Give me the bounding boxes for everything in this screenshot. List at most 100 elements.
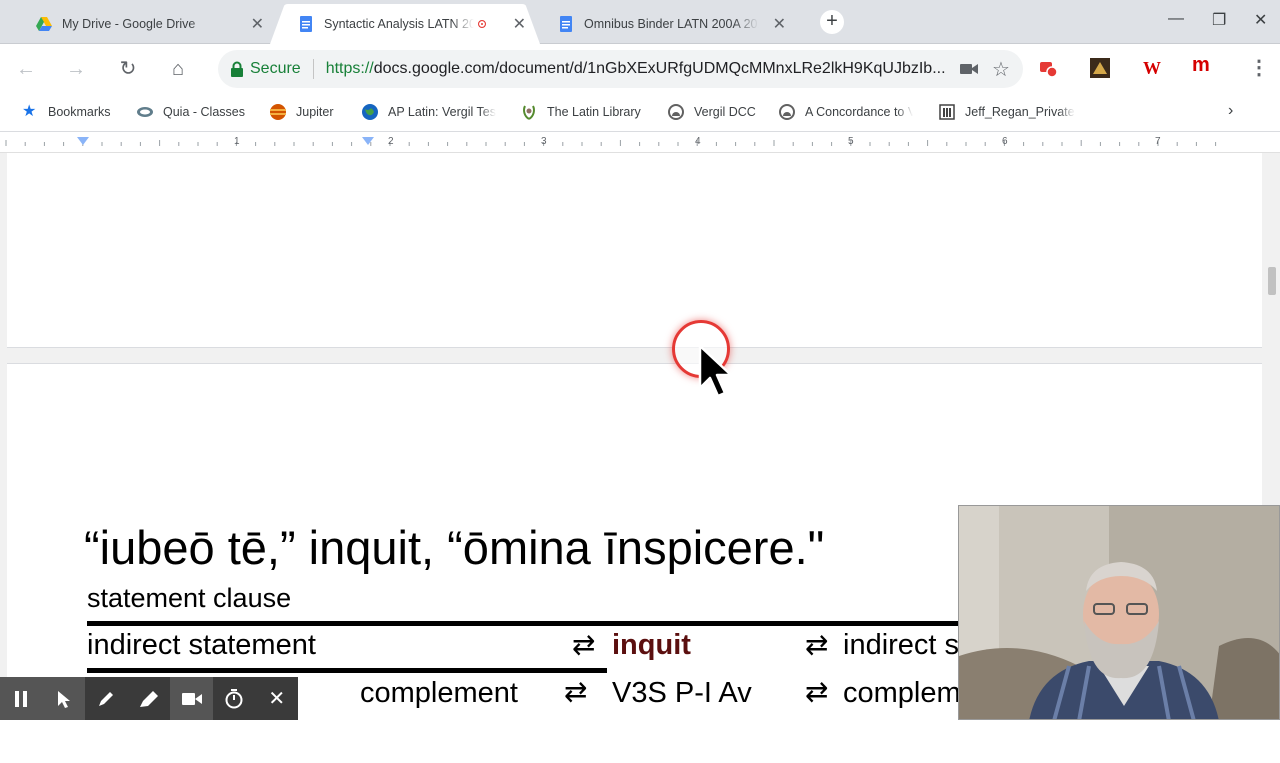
- video-camera-icon: [181, 692, 202, 705]
- pause-icon: [15, 690, 28, 707]
- pointer-icon: [57, 690, 70, 708]
- bookmark-item[interactable]: AP Latin: Vergil Tes: [362, 104, 496, 120]
- bookmark-item[interactable]: Quia - Classes: [137, 104, 245, 120]
- star-icon: ★: [22, 103, 37, 120]
- row2-right-cell: complem: [843, 677, 961, 709]
- ruler-mark: 3: [541, 136, 547, 147]
- google-docs-icon: [560, 16, 572, 32]
- document-ruler[interactable]: 1 2 3 4 5 6 7: [0, 133, 1280, 153]
- exchange-arrow-icon: ⇄: [805, 676, 829, 707]
- pen-tool-button[interactable]: [85, 677, 128, 720]
- exchange-arrow-icon: ⇄: [564, 676, 588, 707]
- pen-icon: [99, 691, 114, 706]
- bookmark-label: The Latin Library: [547, 105, 641, 119]
- presenter-video: [959, 506, 1279, 719]
- latin-sentence: “iubeō tē,” inquit, “ōmina īnspicere.": [84, 521, 825, 574]
- indent-marker-icon[interactable]: [362, 137, 374, 147]
- row1-right-cell: indirect s: [843, 629, 960, 661]
- vertical-scrollbar[interactable]: [1268, 267, 1276, 295]
- laurel-icon: [523, 105, 535, 120]
- tab-syntactic-analysis[interactable]: Syntactic Analysis LATN 200A 2019 ✕: [270, 4, 540, 44]
- bookmark-item[interactable]: Vergil DCC: [668, 104, 756, 120]
- w-extension-icon[interactable]: W: [1143, 58, 1161, 79]
- bookmark-item[interactable]: Jupiter: [270, 104, 334, 120]
- divider: [312, 59, 314, 79]
- url-text[interactable]: https://docs.google.com/document/d/1nGbX…: [326, 60, 951, 78]
- exchange-arrow-icon: ⇄: [572, 629, 596, 660]
- ruler-mark: 2: [388, 136, 394, 147]
- tab-title: My Drive - Google Drive: [62, 17, 196, 31]
- back-icon[interactable]: ←: [14, 57, 38, 81]
- close-tab-icon[interactable]: ✕: [513, 14, 526, 34]
- bookmark-label: Jupiter: [296, 105, 334, 119]
- table-rule: [87, 621, 967, 626]
- ruler-mark: 5: [848, 136, 854, 147]
- highlighter-tool-button[interactable]: [128, 677, 171, 720]
- row2-parse-cell: V3S P-I Av: [612, 677, 752, 709]
- ruler-ticks: [5, 140, 1217, 146]
- screencast-extension-icon[interactable]: [1038, 58, 1058, 78]
- webcam-overlay: [958, 505, 1280, 720]
- stopwatch-icon: [225, 688, 243, 708]
- new-tab-button[interactable]: +: [820, 10, 844, 34]
- google-docs-icon: [300, 16, 312, 32]
- url-scheme: https://: [325, 60, 374, 77]
- close-tab-icon[interactable]: ✕: [773, 14, 786, 34]
- ruler-mark: 6: [1002, 136, 1008, 147]
- url-path: docs.google.com/document/d/1nGbXExURfgUD…: [373, 60, 946, 77]
- browser-toolbar: ← → ↻ ⌂ Secure https://docs.google.com/d…: [0, 44, 1280, 94]
- tab-title: Syntactic Analysis LATN 200A 2019: [324, 17, 474, 31]
- address-bar[interactable]: Secure https://docs.google.com/document/…: [218, 50, 1023, 88]
- camera-icon[interactable]: [960, 62, 978, 76]
- bookmark-item[interactable]: A Concordance to V: [779, 104, 913, 120]
- close-recorder-button[interactable]: ✕: [255, 677, 298, 720]
- dcc-icon: [668, 104, 684, 120]
- bookmark-item[interactable]: The Latin Library: [521, 104, 641, 120]
- bookmark-label: AP Latin: Vergil Tes: [388, 105, 496, 119]
- bookmark-item[interactable]: ★ Bookmarks: [22, 104, 111, 120]
- row1-verb-cell: inquit: [612, 629, 691, 661]
- minimize-icon[interactable]: —: [1168, 10, 1184, 28]
- bookmark-label: A Concordance to V: [805, 105, 913, 119]
- menu-kebab-icon[interactable]: ⋮: [1249, 55, 1269, 80]
- tab-title: Omnibus Binder LATN 200A 2019: [584, 17, 759, 31]
- row1-left-cell: indirect statement: [87, 629, 316, 661]
- clause-label: statement clause: [87, 583, 292, 613]
- bookmarks-bar: ★ Bookmarks Quia - Classes Jupiter AP Lat…: [0, 94, 1280, 132]
- dcc-icon: [779, 104, 795, 120]
- highlighter-icon: [140, 690, 159, 707]
- row2-left-cell: complement: [360, 677, 518, 709]
- left-indent-marker-icon[interactable]: [77, 137, 89, 147]
- forward-icon[interactable]: →: [64, 57, 88, 81]
- tab-my-drive[interactable]: My Drive - Google Drive ✕: [8, 4, 278, 44]
- timer-button[interactable]: [213, 677, 256, 720]
- google-drive-icon: [36, 17, 52, 31]
- bookmark-label: Bookmarks: [48, 105, 111, 119]
- table-rule: [87, 668, 607, 673]
- chevron-right-icon[interactable]: ›: [1228, 102, 1233, 120]
- bookmark-item[interactable]: Jeff_Regan_Private: [939, 104, 1075, 120]
- bookmark-star-icon[interactable]: ☆: [992, 57, 1010, 82]
- tab-omnibus-binder[interactable]: Omnibus Binder LATN 200A 2019 ✕: [530, 4, 800, 44]
- m-extension-icon[interactable]: m: [1192, 54, 1210, 77]
- exchange-arrow-icon: ⇄: [805, 629, 829, 660]
- pause-button[interactable]: [0, 677, 43, 720]
- screen-recorder-toolbar: ✕: [0, 677, 298, 720]
- bookmark-label: Jeff_Regan_Private: [965, 105, 1075, 119]
- close-icon: ✕: [268, 688, 286, 710]
- reload-icon[interactable]: ↻: [116, 57, 140, 81]
- bookmark-label: Quia - Classes: [163, 105, 245, 119]
- globe-icon: [362, 104, 378, 120]
- recording-indicator-icon: [478, 20, 486, 28]
- close-window-icon[interactable]: ✕: [1254, 10, 1267, 30]
- webcam-toggle-button[interactable]: [170, 677, 213, 720]
- restore-icon[interactable]: ❐: [1212, 10, 1226, 30]
- close-tab-icon[interactable]: ✕: [251, 14, 264, 34]
- pointer-tool-button[interactable]: [42, 677, 86, 720]
- secure-label: Secure: [250, 60, 301, 77]
- home-icon[interactable]: ⌂: [166, 57, 190, 81]
- ruler-mark: 1: [234, 136, 240, 147]
- ruler-mark: 4: [695, 136, 701, 147]
- extension-dark-icon[interactable]: [1090, 58, 1110, 78]
- document-page[interactable]: [7, 153, 1262, 348]
